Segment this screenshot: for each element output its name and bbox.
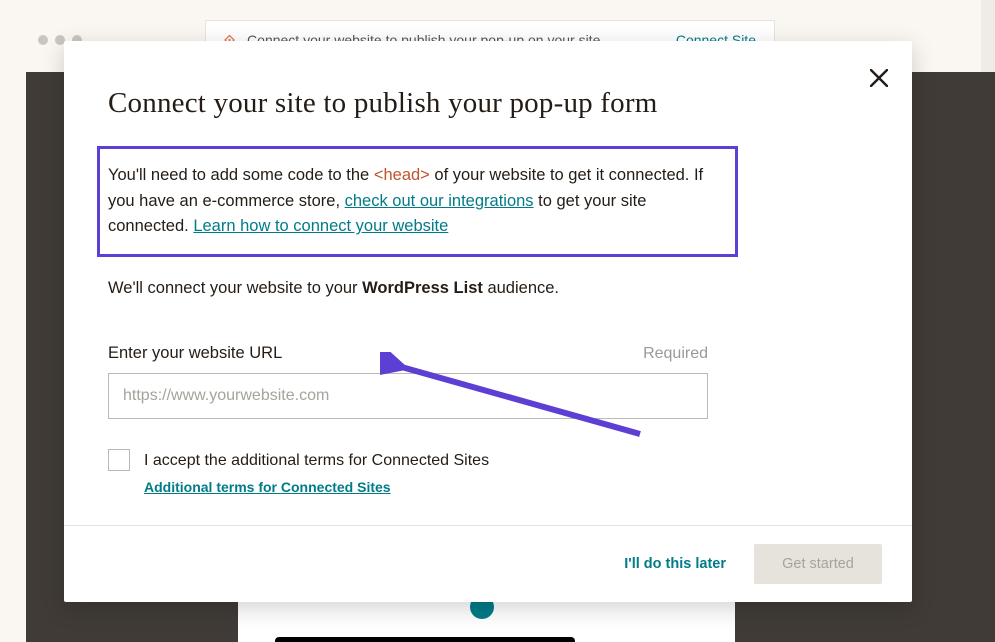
url-input-label: Enter your website URL: [108, 344, 282, 363]
intro-text-1: You'll need to add some code to the: [108, 166, 374, 184]
terms-link[interactable]: Additional terms for Connected Sites: [144, 479, 391, 495]
modal-footer: I'll do this later Get started: [64, 525, 912, 602]
audience-list-name: WordPress List: [362, 279, 483, 297]
terms-text: I accept the additional terms for Connec…: [144, 449, 489, 473]
required-label: Required: [643, 345, 708, 363]
close-button[interactable]: [870, 65, 888, 91]
get-started-button[interactable]: Get started: [754, 544, 882, 584]
audience-line: We'll connect your website to your WordP…: [108, 279, 868, 298]
close-icon: [870, 69, 888, 87]
modal-title: Connect your site to publish your pop-up…: [108, 87, 868, 120]
do-later-button[interactable]: I'll do this later: [624, 556, 726, 572]
intro-highlight-box: You'll need to add some code to the <hea…: [97, 146, 738, 257]
head-code-tag: <head>: [374, 166, 430, 184]
terms-checkbox[interactable]: [108, 449, 130, 471]
intro-paragraph: You'll need to add some code to the <hea…: [108, 163, 723, 240]
audience-prefix: We'll connect your website to your: [108, 279, 362, 297]
audience-suffix: audience.: [483, 279, 559, 297]
integrations-link[interactable]: check out our integrations: [345, 192, 534, 210]
background-black-bar: [275, 637, 575, 642]
learn-connect-link[interactable]: Learn how to connect your website: [193, 217, 448, 235]
website-url-input[interactable]: [108, 373, 708, 419]
connect-site-modal: Connect your site to publish your pop-up…: [64, 41, 912, 602]
